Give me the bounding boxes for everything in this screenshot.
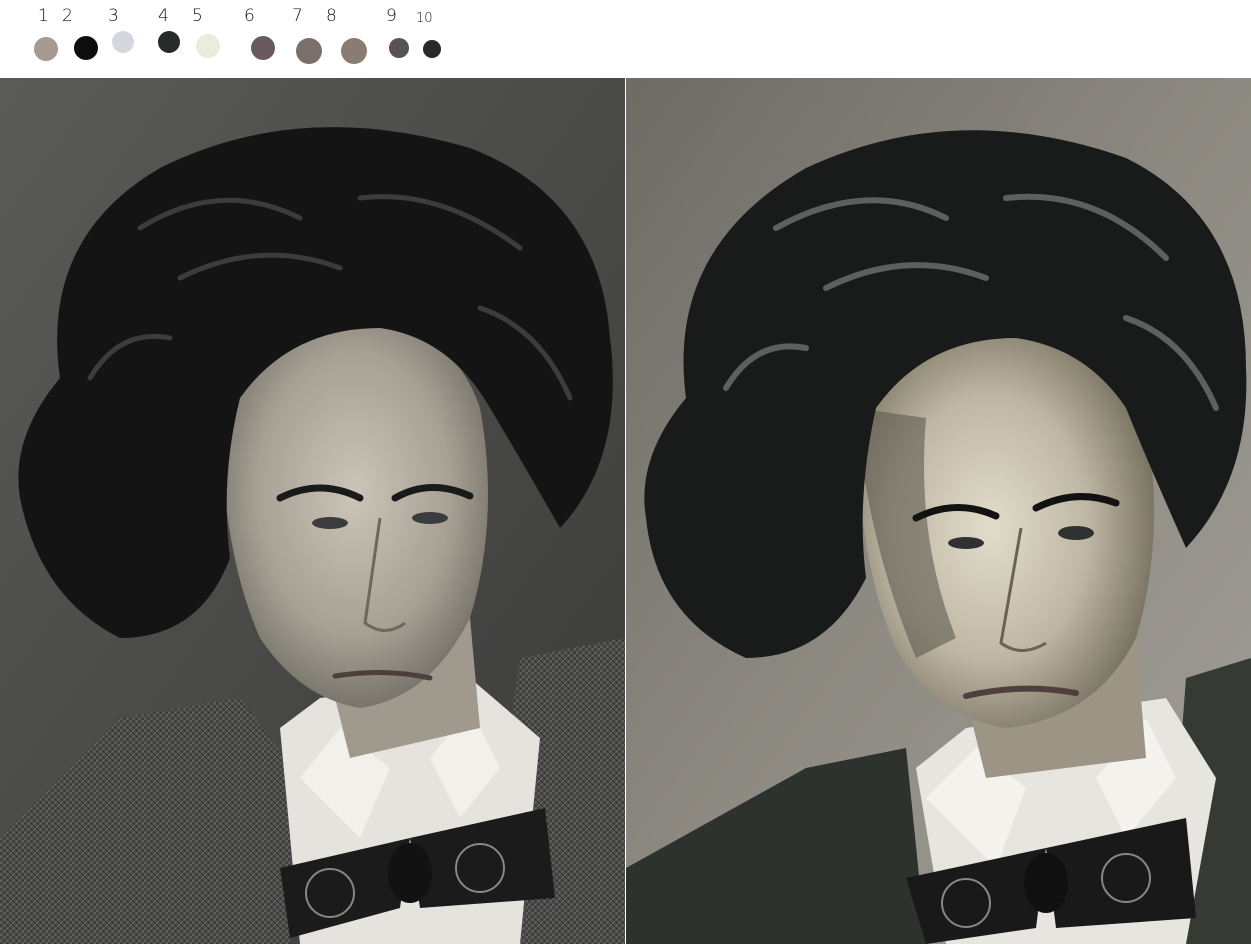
swatch-4 [158, 31, 180, 53]
swatch-9 [389, 38, 409, 58]
palette-label-6: 6 [244, 6, 255, 26]
swatch-10 [423, 40, 441, 58]
reference-photo-panel [0, 78, 625, 944]
painted-portrait-image [626, 78, 1251, 944]
palette-label-2: 2 [62, 6, 73, 26]
palette-label-5: 5 [192, 6, 203, 26]
palette-label-9: 9 [386, 6, 397, 26]
palette-label-1: 1 [38, 6, 49, 26]
swatch-8 [341, 38, 367, 64]
swatch-2 [74, 36, 98, 60]
palette-label-4: 4 [158, 6, 169, 26]
swatch-7 [296, 38, 322, 64]
swatch-6 [251, 36, 275, 60]
palette-label-8: 8 [326, 6, 337, 26]
swatch-5 [196, 34, 220, 58]
swatch-1 [34, 37, 58, 61]
palette-label-7: 7 [292, 6, 303, 26]
reference-portrait-image [0, 78, 625, 944]
painting-study-panel [626, 78, 1251, 944]
palette-label-10: 10 [416, 11, 433, 26]
color-palette-strip: 1 2 3 4 5 6 7 8 9 10 [0, 0, 1251, 78]
palette-label-3: 3 [108, 6, 119, 26]
swatch-3 [112, 31, 134, 53]
